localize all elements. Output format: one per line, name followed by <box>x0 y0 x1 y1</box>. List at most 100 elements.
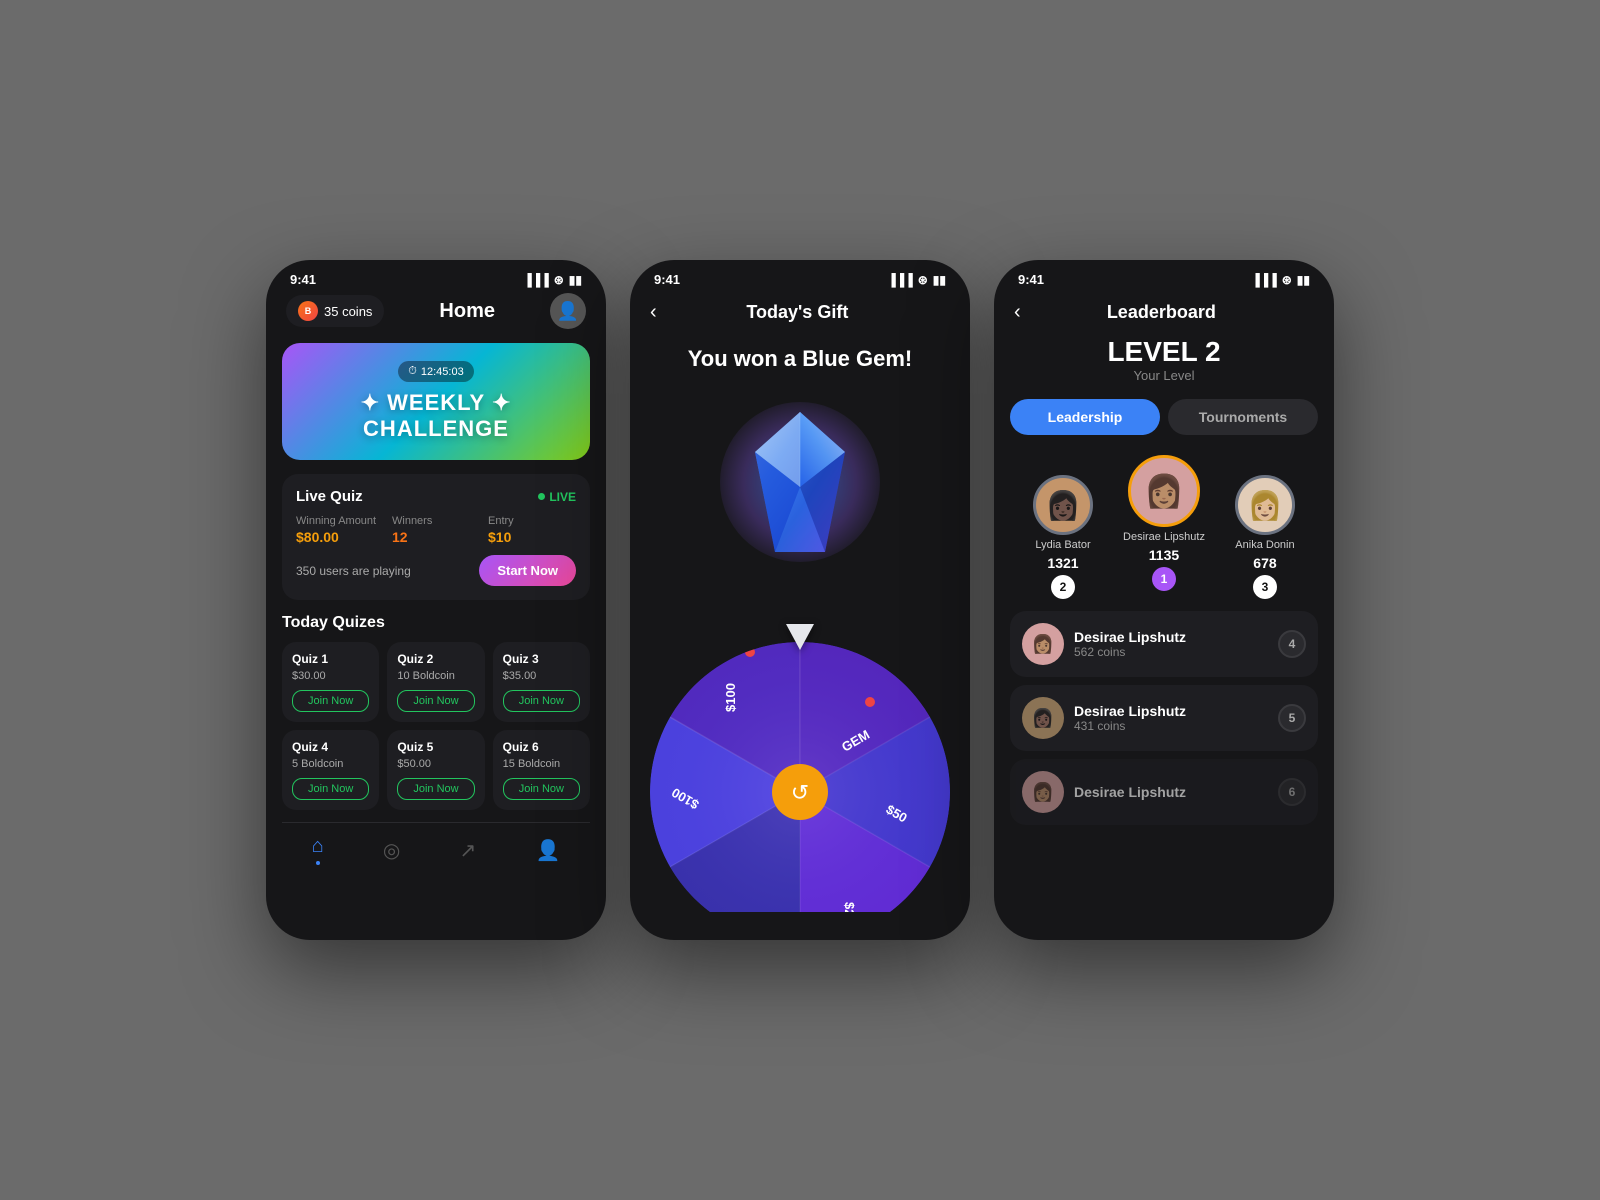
signal-icon-2: ▐▐▐ <box>887 273 913 287</box>
leaderboard-back-button[interactable]: ‹ <box>1014 301 1021 324</box>
lb-row-5: 👩🏿 Desirae Lipshutz 431 coins 5 <box>1010 685 1318 751</box>
quiz-footer: 350 users are playing Start Now <box>296 555 576 586</box>
winning-stat: Winning Amount $80.00 <box>296 515 384 545</box>
status-icons-1: ▐▐▐ ⊛ ▮▮ <box>523 273 582 287</box>
level-section: LEVEL 2 Your Level <box>1010 336 1318 383</box>
gift-back-button[interactable]: ‹ <box>650 301 657 324</box>
phone1-content: B 35 coins Home 👤 ⏱ 12:45:03 ✦ WEEKLY ✦ … <box>266 293 606 897</box>
entry-label: Entry <box>488 515 576 527</box>
bottom-nav: ⌂ ◎ ↗ 👤 <box>282 822 590 881</box>
quiz-card-1: Quiz 1 $30.00 Join Now <box>282 642 379 722</box>
entry-value: $10 <box>488 529 576 545</box>
rank-badge-3rd: 3 <box>1253 575 1277 599</box>
nav-profile[interactable]: 👤 <box>535 838 560 863</box>
tab-row: Leadership Tournoments <box>1010 399 1318 435</box>
gift-header: ‹ Today's Gift <box>630 293 970 336</box>
lb-name-6: Desirae Lipshutz <box>1074 784 1268 800</box>
gem-container <box>700 382 900 582</box>
live-quiz-card: Live Quiz LIVE Winning Amount $80.00 Win… <box>282 474 590 600</box>
leaderboard-title: Leaderboard <box>1029 302 1294 323</box>
winning-value: $80.00 <box>296 529 384 545</box>
status-bar-3: 9:41 ▐▐▐ ⊛ ▮▮ <box>994 260 1334 293</box>
join-button-3[interactable]: Join Now <box>503 690 580 712</box>
users-playing: 350 users are playing <box>296 564 411 578</box>
today-quizes-title: Today Quizes <box>282 614 590 632</box>
quiz-price-1: $30.00 <box>292 670 369 682</box>
battery-icon-1: ▮▮ <box>569 273 582 287</box>
user-avatar[interactable]: 👤 <box>550 293 586 329</box>
leaderboard-list: 👩🏽 Desirae Lipshutz 562 coins 4 👩🏿 Desir… <box>1010 611 1318 825</box>
start-now-button[interactable]: Start Now <box>479 555 576 586</box>
top-avatar-1st: 👩🏽 <box>1128 455 1200 527</box>
time-1: 9:41 <box>290 272 316 287</box>
join-button-5[interactable]: Join Now <box>397 778 474 800</box>
time-2: 9:41 <box>654 272 680 287</box>
lb-avatar-5: 👩🏿 <box>1022 697 1064 739</box>
top-avatar-3rd: 👩🏼 <box>1235 475 1295 535</box>
home-header: B 35 coins Home 👤 <box>282 293 590 329</box>
coin-icon: B <box>298 301 318 321</box>
spin-wheel-container: GEM $50 $25 COIN $100 $100 ↺ <box>630 592 970 912</box>
weekly-challenge-banner[interactable]: ⏱ 12:45:03 ✦ WEEKLY ✦ CHALLENGE <box>282 343 590 460</box>
leaderboard-header: ‹ Leaderboard <box>1010 293 1318 336</box>
player-name-1st: Desirae Lipshutz <box>1123 531 1205 543</box>
rank-badge-1st: 1 <box>1152 567 1176 591</box>
join-button-6[interactable]: Join Now <box>503 778 580 800</box>
join-button-4[interactable]: Join Now <box>292 778 369 800</box>
status-bar-1: 9:41 ▐▐▐ ⊛ ▮▮ <box>266 260 606 293</box>
lb-coins-5: 431 coins <box>1074 719 1268 733</box>
spin-wheel[interactable]: GEM $50 $25 COIN $100 $100 ↺ <box>650 642 950 912</box>
tab-tournoments[interactable]: Tournoments <box>1168 399 1318 435</box>
winning-label: Winning Amount <box>296 515 384 527</box>
top-avatar-2nd: 👩🏿 <box>1033 475 1093 535</box>
winners-value: 12 <box>392 529 480 545</box>
lb-rank-4: 4 <box>1278 630 1306 658</box>
home-title: Home <box>439 300 495 323</box>
weekly-text-line1: ✦ WEEKLY ✦ <box>361 390 512 416</box>
tab-leadership[interactable]: Leadership <box>1010 399 1160 435</box>
lb-row-6: 👩🏽 Desirae Lipshutz 6 <box>1010 759 1318 825</box>
nav-home[interactable]: ⌂ <box>312 835 324 865</box>
timer-value: 12:45:03 <box>421 366 464 378</box>
wifi-icon-1: ⊛ <box>554 273 564 287</box>
svg-text:↺: ↺ <box>791 780 809 805</box>
clock-icon: ⏱ <box>408 365 417 378</box>
join-button-1[interactable]: Join Now <box>292 690 369 712</box>
live-quiz-header: Live Quiz LIVE <box>296 488 576 505</box>
nav-stats[interactable]: ↗ <box>460 838 477 863</box>
quiz-name-6: Quiz 6 <box>503 740 580 754</box>
player-name-2nd: Lydia Bator <box>1035 539 1090 551</box>
lb-info-6: Desirae Lipshutz <box>1074 784 1268 800</box>
lb-rank-6: 6 <box>1278 778 1306 806</box>
rank-badge-2nd: 2 <box>1051 575 1075 599</box>
signal-icon-1: ▐▐▐ <box>523 273 549 287</box>
timer-badge: ⏱ 12:45:03 <box>398 361 473 382</box>
target-icon: ◎ <box>383 838 400 863</box>
phone-gift: 9:41 ▐▐▐ ⊛ ▮▮ ‹ Today's Gift You won a B… <box>630 260 970 940</box>
profile-icon: 👤 <box>535 838 560 863</box>
live-text: LIVE <box>549 490 576 504</box>
quiz-card-6: Quiz 6 15 Boldcoin Join Now <box>493 730 590 810</box>
nav-challenges[interactable]: ◎ <box>383 838 400 863</box>
player-score-3rd: 678 <box>1253 555 1276 571</box>
player-score-2nd: 1321 <box>1047 555 1078 571</box>
quiz-card-5: Quiz 5 $50.00 Join Now <box>387 730 484 810</box>
quiz-card-2: Quiz 2 10 Boldcoin Join Now <box>387 642 484 722</box>
lb-row-4: 👩🏽 Desirae Lipshutz 562 coins 4 <box>1010 611 1318 677</box>
top-player-2nd: 👩🏿 Lydia Bator 1321 2 <box>1033 475 1093 599</box>
lb-rank-5: 5 <box>1278 704 1306 732</box>
winners-label: Winners <box>392 515 480 527</box>
level-number: LEVEL 2 <box>1010 336 1318 368</box>
nav-active-dot <box>316 861 320 865</box>
status-bar-2: 9:41 ▐▐▐ ⊛ ▮▮ <box>630 260 970 293</box>
phones-container: 9:41 ▐▐▐ ⊛ ▮▮ B 35 coins Home 👤 ⏱ <box>266 260 1334 940</box>
phone-home: 9:41 ▐▐▐ ⊛ ▮▮ B 35 coins Home 👤 ⏱ <box>266 260 606 940</box>
live-dot <box>538 493 545 500</box>
top3-row: 👩🏿 Lydia Bator 1321 2 👩🏽 Desirae Lipshut… <box>1010 455 1318 599</box>
lb-avatar-4: 👩🏽 <box>1022 623 1064 665</box>
battery-icon-2: ▮▮ <box>933 273 946 287</box>
signal-icon-3: ▐▐▐ <box>1251 273 1277 287</box>
join-button-2[interactable]: Join Now <box>397 690 474 712</box>
quiz-price-4: 5 Boldcoin <box>292 758 369 770</box>
battery-icon-3: ▮▮ <box>1297 273 1310 287</box>
